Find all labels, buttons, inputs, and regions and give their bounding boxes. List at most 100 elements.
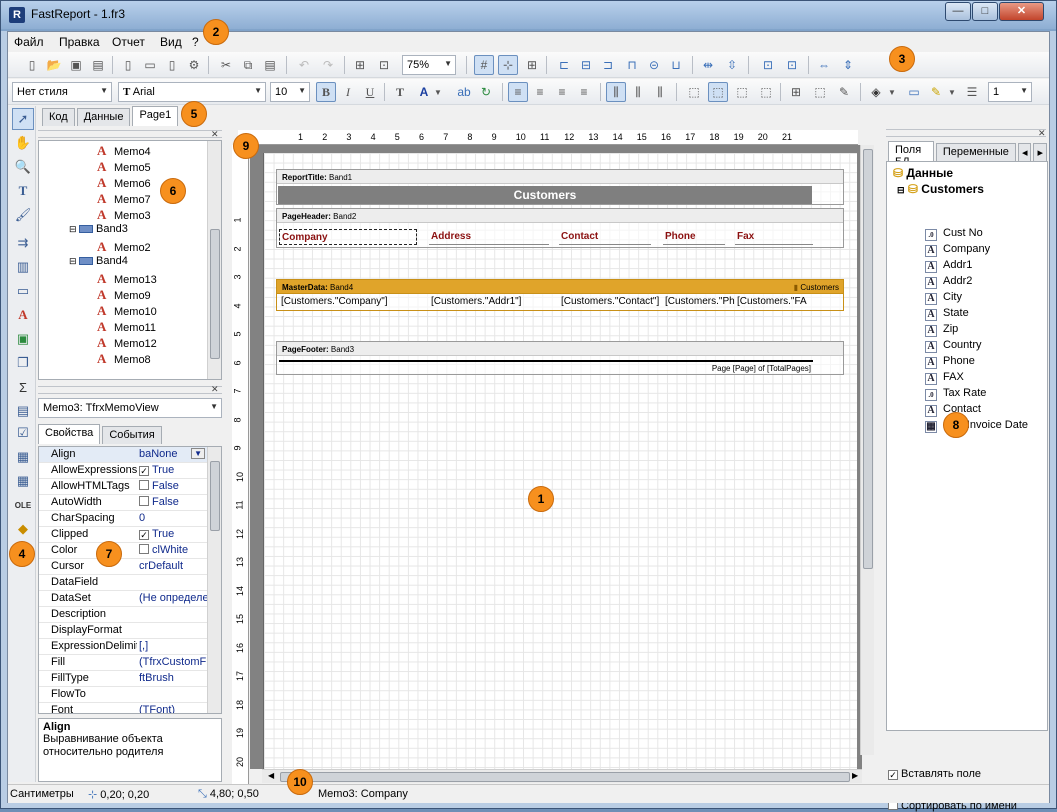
- band-tool-icon[interactable]: ▭: [12, 280, 34, 302]
- zoom-select[interactable]: 75% ▼: [402, 55, 456, 75]
- db-field-item[interactable]: .0 Cust No: [925, 227, 983, 243]
- data-fax-memo[interactable]: [Customers."FA: [735, 294, 815, 310]
- menu-report[interactable]: Отчет: [112, 35, 145, 49]
- property-row[interactable]: Description: [39, 607, 207, 623]
- align-left-icon[interactable]: ⊏: [554, 55, 574, 75]
- valign-top-icon[interactable]: ⫼: [606, 82, 626, 102]
- header-phone-memo[interactable]: Phone: [663, 229, 725, 245]
- property-row[interactable]: AllowExpressions ✓ True: [39, 463, 207, 479]
- frame-color-icon[interactable]: ▭: [904, 82, 924, 102]
- property-dropdown-icon[interactable]: ▼: [191, 448, 205, 459]
- tree-memo-node[interactable]: A Memo13: [97, 271, 157, 287]
- property-checkbox[interactable]: [139, 496, 149, 506]
- rich-text-tool-icon[interactable]: ▦: [12, 446, 34, 468]
- tree-memo-node[interactable]: A Memo8: [97, 351, 151, 367]
- tree-memo-node[interactable]: A Memo12: [97, 335, 157, 351]
- same-width-icon[interactable]: ⇔: [814, 55, 834, 75]
- tree-panel-close-icon[interactable]: ✕: [211, 129, 219, 140]
- property-row[interactable]: FlowTo: [39, 687, 207, 703]
- tab-code[interactable]: Код: [42, 108, 75, 126]
- property-value[interactable]: True: [152, 528, 174, 540]
- property-value[interactable]: False: [152, 480, 179, 492]
- text-align-right-icon[interactable]: ≡: [552, 82, 572, 102]
- menu-file[interactable]: Файл: [14, 35, 44, 49]
- property-row[interactable]: Color clWhite: [39, 543, 207, 559]
- align-bottom-icon[interactable]: ⊔: [666, 55, 686, 75]
- tab-page1[interactable]: Page1: [132, 106, 179, 126]
- center-horiz-icon[interactable]: ⊡: [758, 55, 778, 75]
- property-row[interactable]: ⊞Font(TFont): [39, 703, 207, 713]
- db-field-item[interactable]: A FAX: [925, 371, 964, 387]
- maximize-button[interactable]: □: [972, 2, 998, 21]
- db-field-item[interactable]: A Zip: [925, 323, 958, 339]
- tree-memo-node[interactable]: A Memo5: [97, 159, 151, 175]
- property-value[interactable]: clWhite: [152, 544, 188, 556]
- property-value[interactable]: True: [152, 464, 174, 476]
- frame-edit-icon[interactable]: ✎: [834, 82, 854, 102]
- undo-icon[interactable]: ↶: [294, 55, 314, 75]
- highlight-icon[interactable]: ab: [454, 82, 474, 102]
- property-value[interactable]: (TFont): [139, 704, 175, 713]
- new-dialog-icon[interactable]: ▭: [140, 55, 160, 75]
- bold-button[interactable]: B: [316, 82, 336, 102]
- property-row[interactable]: AutoWidth False: [39, 495, 207, 511]
- text-align-justify-icon[interactable]: ≡: [574, 82, 594, 102]
- header-contact-memo[interactable]: Contact: [559, 229, 651, 245]
- data-root[interactable]: ⛁ Данные: [893, 166, 953, 180]
- db-field-item[interactable]: ▦ Last Invoice Date: [925, 419, 1028, 435]
- style-select[interactable]: Нет стиля ▼: [12, 82, 112, 102]
- property-row[interactable]: ExpressionDelimit [,]: [39, 639, 207, 655]
- tree-memo-node[interactable]: A Memo7: [97, 191, 151, 207]
- property-scrollbar[interactable]: [207, 447, 221, 713]
- tab-data[interactable]: Данные: [76, 108, 131, 126]
- checkbox-tool-icon[interactable]: ☑: [12, 422, 34, 444]
- property-value[interactable]: [,]: [139, 640, 148, 652]
- property-checkbox[interactable]: ✓: [139, 530, 149, 540]
- db-field-item[interactable]: A Company: [925, 243, 990, 259]
- property-value[interactable]: (TfrxCustomFi: [139, 656, 207, 668]
- menu-view[interactable]: Вид: [160, 35, 182, 49]
- db-field-item[interactable]: A Country: [925, 339, 982, 355]
- title-memo[interactable]: Customers: [278, 186, 812, 204]
- property-row[interactable]: Align baNone ▼: [39, 447, 207, 463]
- tree-memo-node[interactable]: A Memo11: [97, 319, 156, 335]
- dataset-node[interactable]: ⊟ ⛁ Customers: [897, 182, 984, 196]
- page-footer-band[interactable]: PageFooter: Band3 Page [Page] of [TotalP…: [276, 341, 844, 375]
- design-vscrollbar[interactable]: [860, 145, 874, 755]
- property-value[interactable]: (Не определе: [139, 592, 207, 604]
- header-company-memo[interactable]: Company: [279, 229, 417, 245]
- hand-tool-icon[interactable]: ✋: [12, 132, 34, 154]
- font-color-dropdown-icon[interactable]: ▼: [428, 82, 448, 102]
- tree-panel-grip[interactable]: [38, 130, 222, 138]
- text-align-left-icon[interactable]: ≡: [508, 82, 528, 102]
- tree-scrollbar[interactable]: [207, 141, 221, 379]
- db-field-item[interactable]: A City: [925, 291, 962, 307]
- rotate-icon[interactable]: ↻: [476, 82, 496, 102]
- db-field-item[interactable]: A Phone: [925, 355, 975, 371]
- tree-band-node[interactable]: ⊟ Band4: [69, 255, 128, 271]
- tab-events[interactable]: События: [102, 426, 162, 444]
- tabs-scroll-right-icon[interactable]: ▸: [1033, 143, 1047, 161]
- crosstab-tool-icon[interactable]: ▦: [12, 470, 34, 492]
- property-row[interactable]: Clipped ✓ True: [39, 527, 207, 543]
- checkbox-box[interactable]: ✓: [888, 770, 898, 780]
- align-right-icon[interactable]: ⊐: [598, 55, 618, 75]
- property-row[interactable]: AllowHTMLTags False: [39, 479, 207, 495]
- text-align-center-icon[interactable]: ≡: [530, 82, 550, 102]
- paste-icon[interactable]: ▤: [260, 55, 280, 75]
- property-row[interactable]: CharSpacing 0: [39, 511, 207, 527]
- valign-center-icon[interactable]: ⫼: [628, 82, 648, 102]
- underline-button[interactable]: U: [360, 82, 380, 102]
- scroll-right-icon[interactable]: ▶: [852, 771, 858, 780]
- text-tool-icon[interactable]: T: [12, 180, 34, 202]
- picture-tool-icon[interactable]: ▣: [12, 328, 34, 350]
- chart-tool-icon[interactable]: ▥: [12, 256, 34, 278]
- data-panel-grip[interactable]: [886, 129, 1046, 137]
- group-icon[interactable]: ⊞: [350, 55, 370, 75]
- valign-bottom-icon[interactable]: ⫼: [650, 82, 670, 102]
- memo-tool-icon[interactable]: A: [12, 304, 34, 326]
- collapse-icon[interactable]: ⊟: [69, 256, 79, 266]
- tab-db-fields[interactable]: Поля БД: [888, 141, 934, 168]
- tree-memo-node[interactable]: A Memo9: [97, 287, 151, 303]
- design-surface[interactable]: ReportTitle: Band1 Customers PageHeader:…: [250, 145, 874, 769]
